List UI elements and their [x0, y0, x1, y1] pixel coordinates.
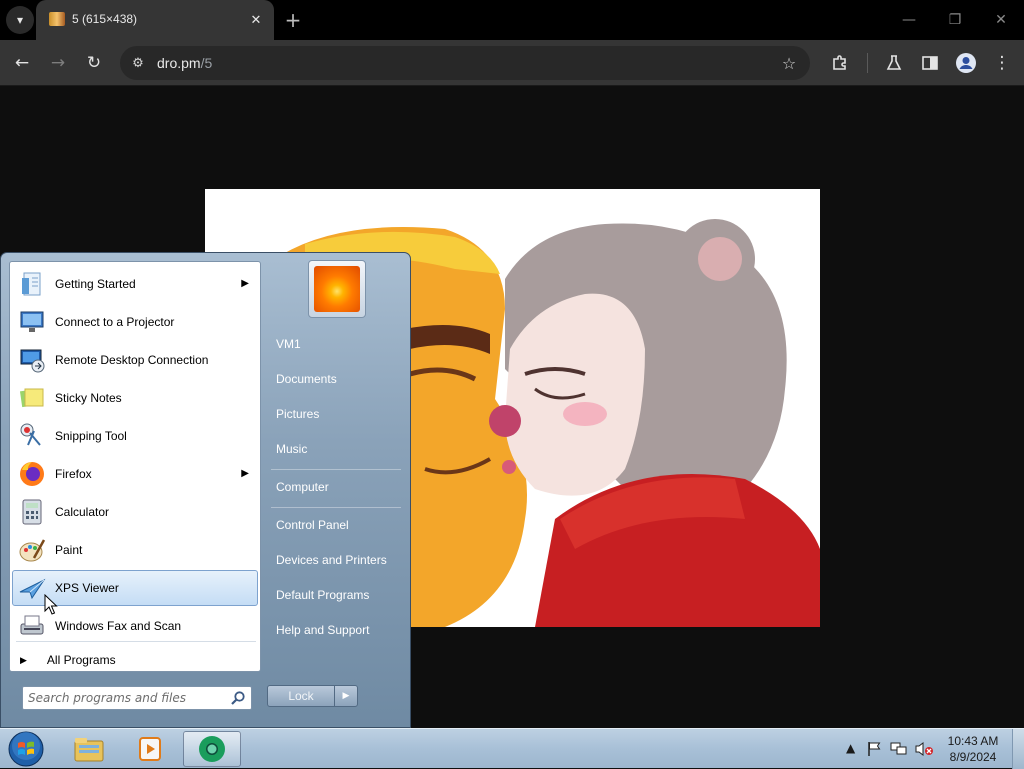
- program-remote-desktop-connection[interactable]: Remote Desktop Connection: [12, 342, 258, 378]
- reload-icon[interactable]: ↻: [80, 49, 108, 77]
- taskbar-clock[interactable]: 10:43 AM 8/9/2024: [940, 733, 1006, 765]
- windows-explorer-icon: [74, 738, 104, 762]
- program-label: Paint: [55, 543, 83, 557]
- start-link-help-support[interactable]: Help and Support: [266, 615, 401, 645]
- getting-started-icon: [15, 267, 49, 301]
- program-paint[interactable]: Paint: [12, 532, 258, 568]
- firefox-icon: [15, 457, 49, 491]
- forward-icon[interactable]: →: [44, 49, 72, 77]
- tab-active[interactable]: 5 (615×438) ✕: [36, 0, 274, 40]
- flower-avatar-icon: [314, 266, 360, 312]
- action-center-flag-icon[interactable]: [866, 741, 882, 757]
- tab-favicon-icon: [49, 12, 65, 26]
- media-player-icon: [139, 737, 161, 761]
- labs-icon[interactable]: [880, 49, 908, 77]
- url-text[interactable]: dro.pm/5: [157, 55, 212, 71]
- start-link-pictures[interactable]: Pictures: [266, 399, 401, 429]
- address-bar[interactable]: ⚙ dro.pm/5 ☆: [120, 46, 810, 80]
- volume-muted-icon[interactable]: [914, 741, 934, 757]
- bookmark-star-icon[interactable]: ☆: [778, 52, 800, 74]
- site-settings-icon[interactable]: ⚙: [128, 53, 148, 73]
- minimize-icon[interactable]: —: [897, 8, 921, 32]
- extensions-icon[interactable]: [826, 49, 854, 77]
- browser-toolbar: ← → ↻ ⚙ dro.pm/5 ☆ ⋮: [0, 40, 1024, 86]
- start-link-computer[interactable]: Computer: [266, 472, 401, 502]
- show-desktop-button[interactable]: [1012, 729, 1024, 769]
- start-link-user[interactable]: VM1: [266, 329, 401, 359]
- program-label: Firefox: [55, 467, 92, 481]
- program-label: Snipping Tool: [55, 429, 127, 443]
- start-link-control-panel[interactable]: Control Panel: [266, 510, 401, 540]
- start-links-divider: [271, 469, 401, 470]
- chrome-icon: [199, 736, 225, 762]
- start-link-default-programs[interactable]: Default Programs: [266, 580, 401, 610]
- program-label: Calculator: [55, 505, 110, 519]
- clock-date: 8/9/2024: [949, 750, 997, 764]
- search-programs-box[interactable]: [22, 686, 252, 710]
- tab-title: 5 (615×438): [72, 12, 138, 26]
- window-close-icon[interactable]: ✕: [989, 8, 1013, 32]
- show-hidden-icons-icon[interactable]: ▲: [846, 741, 855, 755]
- search-programs-input[interactable]: [28, 690, 220, 706]
- back-icon[interactable]: ←: [8, 49, 36, 77]
- start-link-documents[interactable]: Documents: [266, 364, 401, 394]
- taskbar-media-player[interactable]: [121, 731, 179, 767]
- user-picture[interactable]: [308, 260, 366, 318]
- clock-time: 10:43 AM: [947, 734, 999, 748]
- start-link-devices-printers[interactable]: Devices and Printers: [266, 545, 401, 575]
- all-programs-arrow-icon: ▶: [20, 654, 27, 665]
- submenu-arrow-icon[interactable]: ▶: [241, 468, 249, 479]
- start-orb-icon[interactable]: [6, 730, 46, 768]
- tab-strip: ▾ 5 (615×438) ✕ + — ❐ ✕: [0, 0, 1024, 40]
- program-connect-to-a-projector[interactable]: Connect to a Projector: [12, 304, 258, 340]
- profile-icon[interactable]: [952, 49, 980, 77]
- paint-icon: [15, 533, 49, 567]
- lock-button[interactable]: Lock: [267, 685, 335, 707]
- programs-divider: [16, 641, 256, 642]
- all-programs-button[interactable]: ▶ All Programs: [18, 650, 116, 670]
- search-icon[interactable]: [230, 690, 246, 706]
- program-snipping-tool[interactable]: Snipping Tool: [12, 418, 258, 454]
- projector-icon: [15, 305, 49, 339]
- program-label: Windows Fax and Scan: [55, 619, 182, 633]
- taskbar-explorer[interactable]: [60, 731, 118, 767]
- mouse-cursor-icon: [44, 594, 58, 615]
- restore-icon[interactable]: ❐: [943, 8, 967, 32]
- sticky-notes-icon: [15, 381, 49, 415]
- program-sticky-notes[interactable]: Sticky Notes: [12, 380, 258, 416]
- program-label: Remote Desktop Connection: [55, 353, 209, 367]
- power-options-arrow-icon[interactable]: ▶: [334, 685, 358, 707]
- taskbar: ▲ 10:43 AM 8/9/2024: [0, 728, 1024, 769]
- program-label: Sticky Notes: [55, 391, 122, 405]
- program-getting-started[interactable]: Getting Started ▶: [12, 266, 258, 302]
- snipping-tool-icon: [15, 419, 49, 453]
- start-link-music[interactable]: Music: [266, 434, 401, 464]
- calculator-icon: [15, 495, 49, 529]
- start-links-divider: [271, 507, 401, 508]
- remote-desktop-icon: [15, 343, 49, 377]
- start-menu: Getting Started ▶ Connect to a Projector Re…: [0, 252, 411, 728]
- program-firefox[interactable]: Firefox ▶: [12, 456, 258, 492]
- all-programs-label: All Programs: [46, 653, 116, 667]
- program-label: Getting Started: [55, 277, 136, 291]
- program-label: Connect to a Projector: [55, 315, 175, 329]
- tab-list-icon[interactable]: ▾: [6, 6, 34, 34]
- toolbar-separator: [867, 53, 868, 73]
- submenu-arrow-icon[interactable]: ▶: [241, 278, 249, 289]
- side-panel-icon[interactable]: [916, 49, 944, 77]
- close-icon[interactable]: ✕: [246, 10, 266, 30]
- network-icon[interactable]: [890, 741, 908, 757]
- program-label: XPS Viewer: [55, 581, 119, 595]
- plus-icon[interactable]: +: [281, 8, 305, 32]
- program-calculator[interactable]: Calculator: [12, 494, 258, 530]
- url-path: /5: [200, 55, 213, 71]
- menu-kebab-icon[interactable]: ⋮: [988, 49, 1016, 77]
- url-host: dro.pm: [157, 55, 201, 71]
- taskbar-chrome[interactable]: [183, 731, 241, 767]
